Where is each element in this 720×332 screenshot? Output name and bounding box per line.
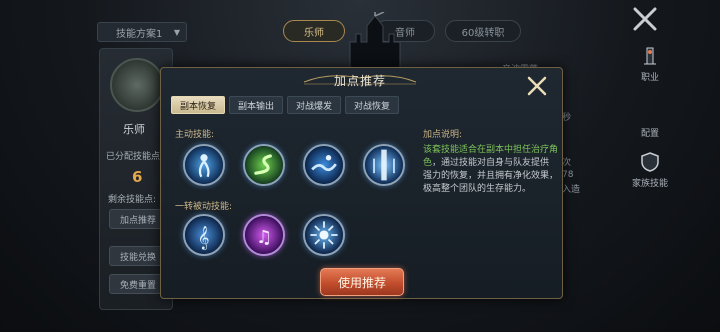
info-body: 该套技能适合在副本中担任治疗角色，通过技能对自身与队友提供强力的恢复，并且拥有净…	[423, 144, 558, 196]
recommend-button-bg[interactable]: 加点推荐	[109, 209, 167, 229]
active-skills-label: 主动技能:	[175, 130, 215, 140]
tab-dungeon-heal[interactable]: 副本恢复	[171, 96, 226, 114]
side-menu-profession-label: 职业	[640, 73, 659, 83]
modal-close-icon[interactable]	[526, 75, 548, 97]
info-text: ，通过技能对自身与队友提供强力的恢复，并且拥有净化效果，极高整个团队的生存能力。	[423, 158, 559, 194]
tab-pvp-burst[interactable]: 对战爆发	[287, 96, 342, 114]
castle-icon	[349, 12, 401, 72]
music-note-skill-icon[interactable]: ♫	[243, 214, 285, 256]
recommend-info-panel: 加点说明: 该套技能适合在副本中担任治疗角色，通过技能对自身与队友提供强力的恢复…	[423, 127, 558, 196]
modal-title: 加点推荐	[333, 74, 386, 88]
points-value: 6	[132, 168, 143, 186]
side-menu-family-skill[interactable]: 家族技能	[630, 150, 670, 189]
crescent-icon	[645, 104, 653, 120]
svg-text:𝄞: 𝄞	[198, 226, 210, 250]
wave-skill-icon[interactable]	[303, 144, 345, 186]
skill-exchange-button[interactable]: 技能兑换	[109, 246, 167, 266]
bg-right-text-4: 入造	[562, 185, 581, 195]
chevron-down-icon: ▼	[173, 28, 180, 37]
plan-dropdown-label: 技能方案1	[116, 28, 163, 40]
info-title: 加点说明:	[423, 130, 463, 140]
tab-dungeon-damage[interactable]: 副本输出	[229, 96, 284, 114]
side-menu-profession[interactable]: 职业	[630, 44, 670, 83]
shield-icon	[641, 152, 659, 172]
serpent-skill-icon[interactable]	[243, 144, 285, 186]
assigned-points-label: 已分配技能点	[106, 152, 161, 162]
close-icon[interactable]	[630, 4, 660, 34]
recommend-tabs: 副本恢复 副本输出 对战爆发 对战恢复	[171, 96, 400, 114]
class-name: 乐师	[123, 123, 145, 136]
remaining-points-label: 剩余技能点:	[108, 195, 157, 205]
plan-dropdown[interactable]: 技能方案1 ▼	[97, 22, 187, 42]
free-reset-button[interactable]: 免费重置	[109, 274, 167, 294]
lyre-emblem-icon	[110, 58, 164, 112]
tab-class-advance[interactable]: 60级转职	[445, 20, 521, 42]
svg-text:♫: ♫	[256, 227, 272, 248]
bg-right-text-3: 78	[562, 170, 574, 180]
modal-title-bar: 加点推荐	[300, 68, 420, 90]
passive-skills-label: 一转被动技能:	[175, 202, 233, 212]
side-menu-config[interactable]: 配置	[630, 100, 670, 139]
figure-skill-icon[interactable]	[183, 144, 225, 186]
light-beam-skill-icon[interactable]	[363, 144, 405, 186]
side-menu-config-label: 配置	[640, 129, 659, 139]
tab-class-yueshi[interactable]: 乐师	[283, 20, 345, 42]
burst-skill-icon[interactable]	[303, 214, 345, 256]
bg-right-text-1: 秒	[562, 113, 572, 123]
clef-skill-icon[interactable]: 𝄞	[183, 214, 225, 256]
use-recommend-button[interactable]: 使用推荐	[320, 268, 404, 296]
bg-right-text-2: 次	[562, 158, 572, 168]
sword-tower-icon	[644, 47, 656, 65]
tab-pvp-heal[interactable]: 对战恢复	[345, 96, 400, 114]
side-menu-family-skill-label: 家族技能	[631, 179, 668, 189]
